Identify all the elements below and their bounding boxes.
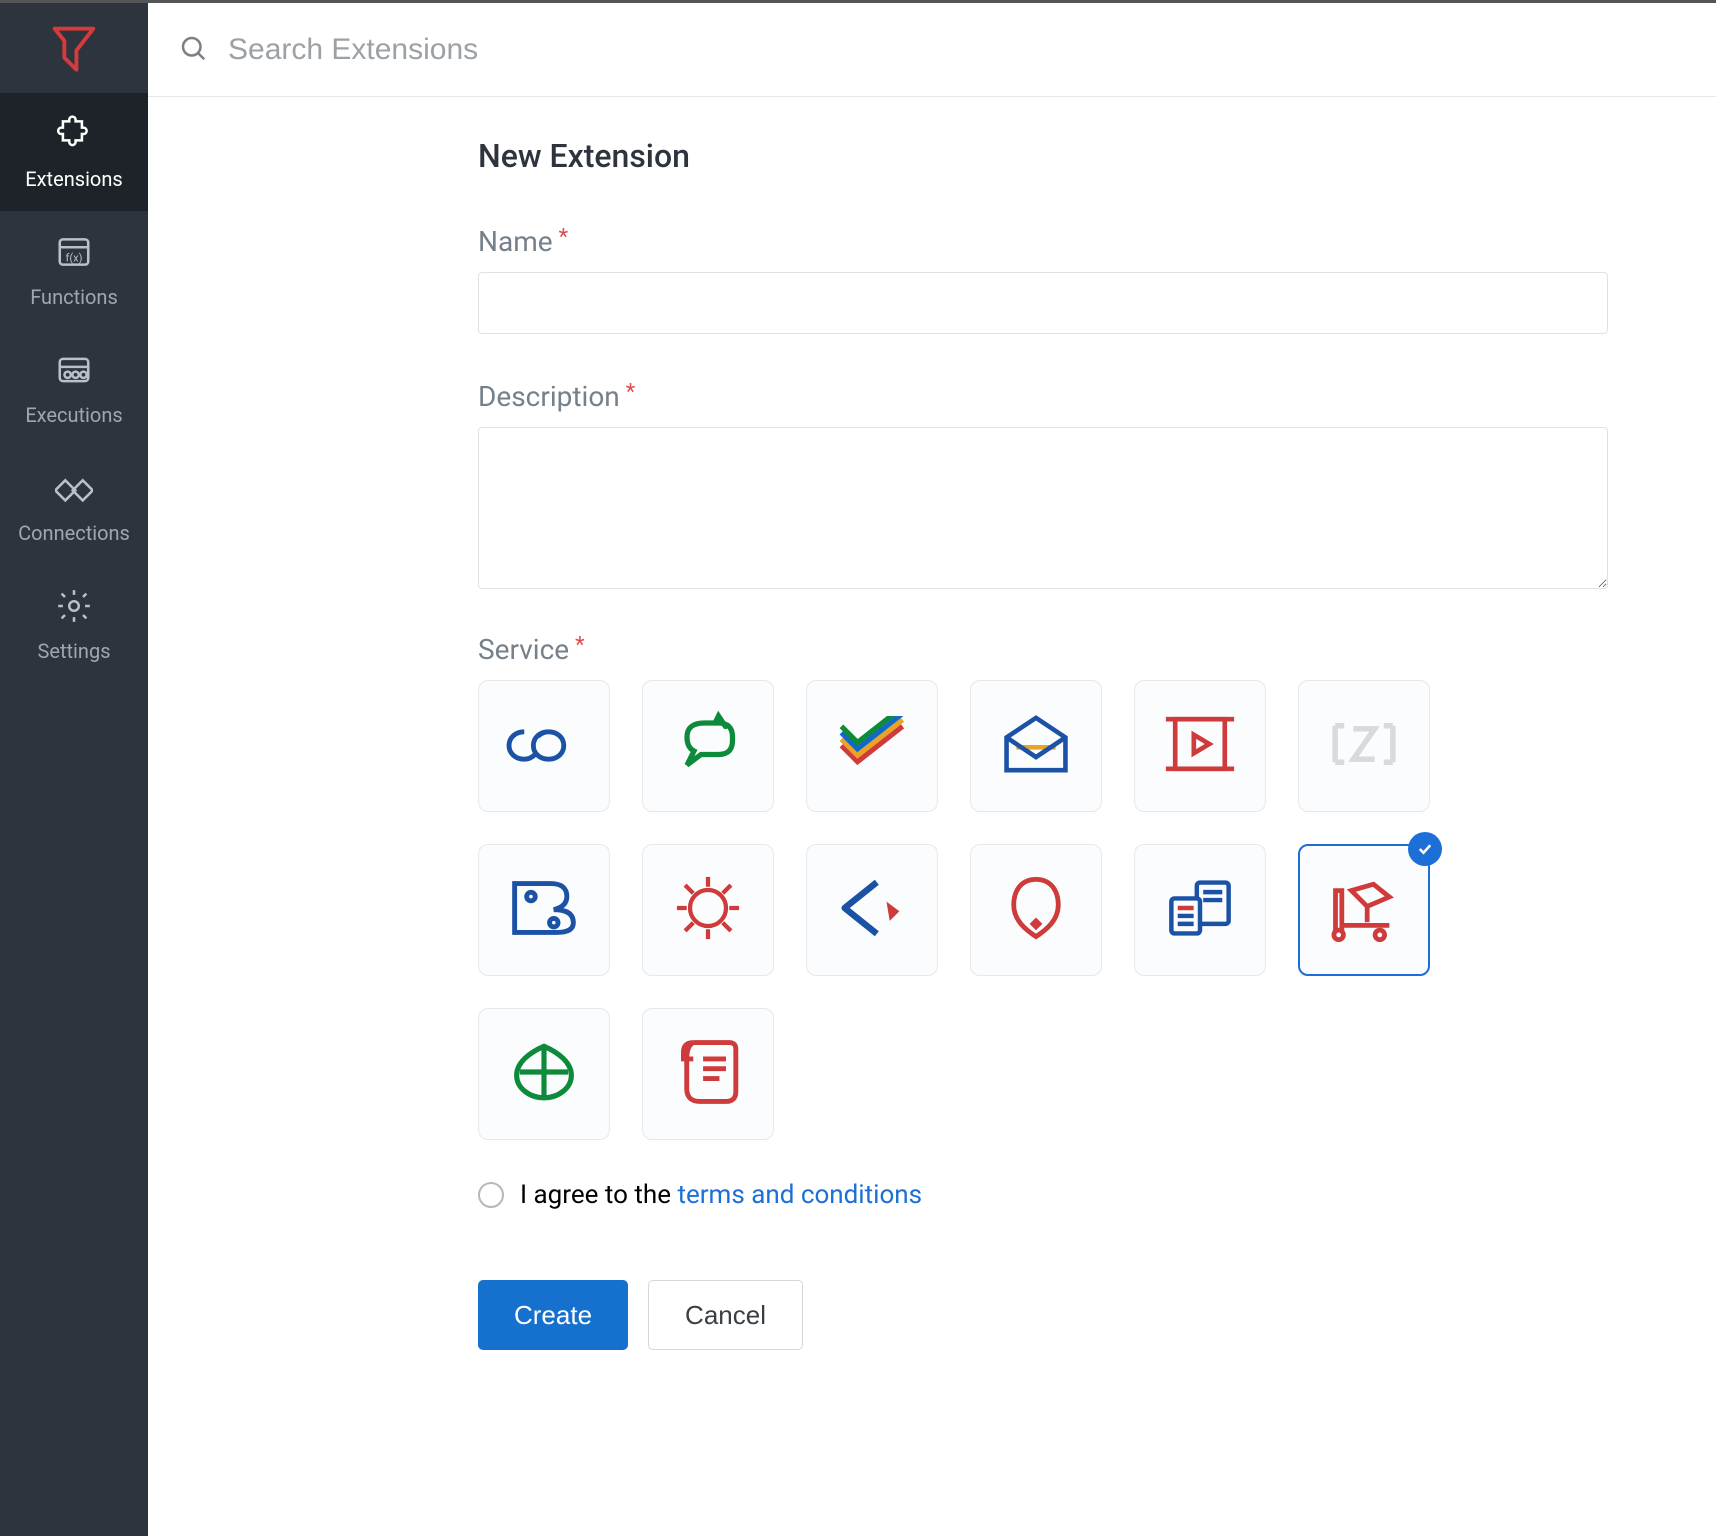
terms-link[interactable]: terms and conditions (677, 1180, 922, 1210)
terms-radio[interactable] (478, 1182, 504, 1208)
sidebar: Extensions f(x) Functions Executions (0, 3, 148, 1536)
svg-text:f(x): f(x) (66, 252, 83, 265)
cancel-button[interactable]: Cancel (648, 1280, 803, 1350)
puzzle-icon (55, 115, 93, 157)
service-tile-inventory[interactable] (1298, 844, 1430, 976)
orchestly-icon (1165, 876, 1235, 944)
sidebar-item-connections[interactable]: Connections (0, 447, 148, 565)
service-tile-showtime[interactable] (1134, 680, 1266, 812)
sidebar-item-functions[interactable]: f(x) Functions (0, 211, 148, 329)
page-title: New Extension (478, 137, 1608, 175)
form-content: New Extension Name * Description * Servi… (148, 97, 1688, 1390)
service-label: Service * (478, 633, 1608, 666)
name-input[interactable] (478, 272, 1608, 334)
mail-icon (1000, 710, 1072, 782)
search-icon (178, 33, 208, 67)
service-tile-zoho[interactable] (1298, 680, 1430, 812)
bigin-icon (508, 877, 580, 943)
button-row: Create Cancel (478, 1280, 1608, 1350)
required-mark: * (559, 225, 568, 250)
sidebar-item-settings[interactable]: Settings (0, 565, 148, 683)
terms-text: I agree to the terms and conditions (520, 1180, 922, 1210)
bugtracker-icon (672, 872, 744, 948)
service-tile-cliq[interactable] (642, 680, 774, 812)
creator-icon (835, 875, 909, 945)
service-grid (478, 680, 1478, 1140)
cliq-icon (673, 709, 743, 783)
sidebar-item-label: Extensions (25, 167, 122, 191)
projects-icon (835, 716, 909, 776)
service-tile-bugtracker[interactable] (642, 844, 774, 976)
required-mark: * (626, 380, 635, 405)
name-label: Name * (478, 225, 1608, 258)
gear-icon (55, 587, 93, 629)
main-area: New Extension Name * Description * Servi… (148, 3, 1716, 1536)
sidebar-item-label: Functions (30, 285, 118, 309)
people-icon (507, 1039, 581, 1109)
search-input[interactable] (228, 33, 1686, 67)
zoho-icon (1326, 716, 1402, 776)
service-tile-recruit[interactable] (970, 844, 1102, 976)
service-tile-orchestly[interactable] (1134, 844, 1266, 976)
create-button[interactable]: Create (478, 1280, 628, 1350)
description-input[interactable] (478, 427, 1608, 589)
sidebar-item-label: Settings (37, 639, 110, 663)
executions-icon (55, 351, 93, 393)
sidebar-item-label: Connections (18, 521, 130, 545)
service-tile-crm[interactable] (478, 680, 610, 812)
search-bar (148, 3, 1716, 97)
inventory-icon (1326, 874, 1402, 946)
service-tile-creator[interactable] (806, 844, 938, 976)
recruit-icon (1003, 873, 1069, 947)
brand-logo (0, 3, 148, 93)
service-tile-bigin[interactable] (478, 844, 610, 976)
showtime-icon (1162, 713, 1238, 779)
service-tile-billing[interactable] (642, 1008, 774, 1140)
selected-check-icon (1408, 832, 1442, 866)
crm-icon (506, 714, 582, 778)
service-tile-people[interactable] (478, 1008, 610, 1140)
function-icon: f(x) (55, 233, 93, 275)
sidebar-item-executions[interactable]: Executions (0, 329, 148, 447)
sidebar-item-label: Executions (25, 403, 122, 427)
billing-icon (673, 1036, 743, 1112)
description-label: Description * (478, 380, 1608, 413)
terms-row: I agree to the terms and conditions (478, 1180, 1608, 1210)
required-mark: * (575, 633, 584, 658)
service-tile-mail[interactable] (970, 680, 1102, 812)
service-tile-projects[interactable] (806, 680, 938, 812)
sidebar-item-extensions[interactable]: Extensions (0, 93, 148, 211)
connections-icon (55, 469, 93, 511)
